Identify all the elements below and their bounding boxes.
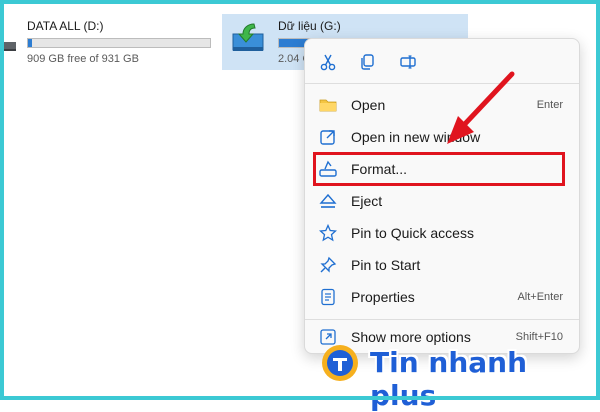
- watermark-logo: Tin nhanh plus: [320, 340, 560, 412]
- logo-mark-icon: [320, 343, 360, 383]
- logo-text: Tin nhanh plus: [370, 346, 528, 412]
